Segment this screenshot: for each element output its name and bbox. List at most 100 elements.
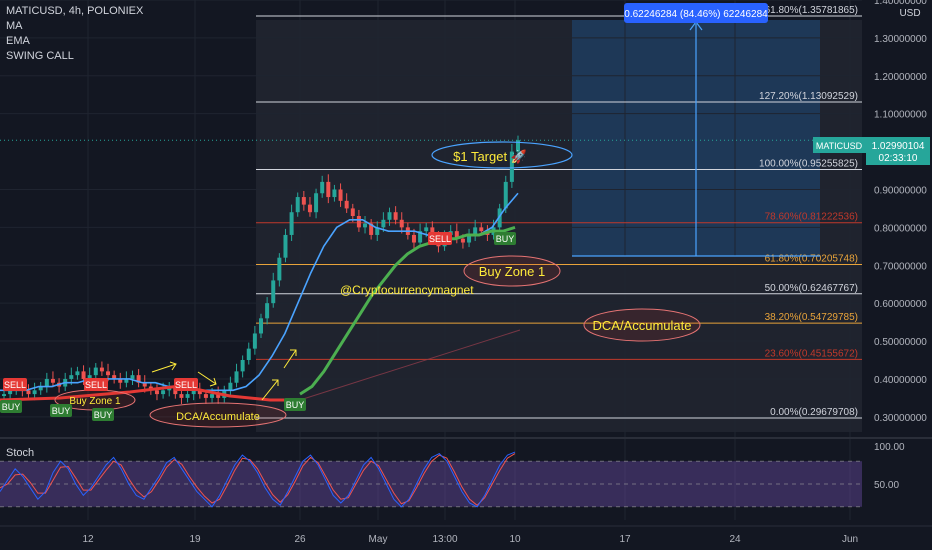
- candle-body: [246, 348, 251, 360]
- candle-body: [154, 390, 159, 395]
- candle-body: [240, 360, 245, 372]
- last-symbol-label: MATICUSD: [816, 141, 863, 151]
- sell-signal-label: SELL: [175, 380, 197, 390]
- time-tick: 12: [82, 534, 94, 545]
- time-tick: 10: [509, 534, 521, 545]
- candle-body: [99, 367, 104, 372]
- candle-body: [271, 280, 276, 304]
- sell-signal-label: SELL: [429, 234, 451, 244]
- fib-label: 127.20%(1.13092529): [759, 91, 858, 102]
- price-tick: 0.50000000: [874, 337, 927, 348]
- candle-body: [381, 219, 386, 228]
- candle-body: [228, 382, 233, 391]
- indicator-ma[interactable]: MA: [6, 19, 143, 34]
- fib-label: 100.00%(0.95255825): [759, 159, 858, 170]
- price-tick: 0.80000000: [874, 223, 927, 234]
- measure-label: 0.62246284 (84.46%) 62246284: [624, 9, 768, 20]
- candle-body: [179, 394, 184, 398]
- candle-body: [338, 189, 343, 201]
- stoch-label: Stoch: [6, 447, 34, 459]
- buy-signal-label: BUY: [286, 400, 305, 410]
- time-tick: 19: [189, 534, 201, 545]
- sell-signal-label: SELL: [85, 380, 107, 390]
- dca-annotation: DCA/Accumulate: [593, 318, 692, 333]
- indicator-swing-call[interactable]: SWING CALL: [6, 49, 143, 64]
- candle-body: [32, 390, 37, 395]
- buy-zone-left-annotation: Buy Zone 1: [69, 396, 121, 407]
- indicator-ema[interactable]: EMA: [6, 34, 143, 49]
- candle-body: [411, 234, 416, 243]
- fib-label: 23.60%(0.45155672): [765, 348, 858, 359]
- fib-label: 50.00%(0.62467767): [765, 283, 858, 294]
- candle-body: [26, 390, 31, 395]
- candle-body: [283, 234, 288, 258]
- candle-body: [277, 257, 282, 281]
- candle-body: [295, 197, 300, 213]
- buy-signal-label: BUY: [496, 234, 515, 244]
- fib-label: 38.20%(0.54729785): [765, 312, 858, 323]
- stoch-tick: 100.00: [874, 442, 905, 453]
- candle-body: [50, 378, 55, 383]
- candle-body: [307, 204, 312, 213]
- candle-body: [203, 394, 208, 398]
- fib-label: 61.80%(0.70205748): [765, 253, 858, 264]
- fib-label: 161.80%(1.35781865): [759, 5, 858, 16]
- candle-body: [2, 394, 6, 396]
- candle-body: [259, 318, 263, 334]
- price-tick: 0.70000000: [874, 261, 927, 272]
- buy-signal-label: BUY: [2, 402, 21, 412]
- countdown-label: 02:33:10: [879, 153, 918, 164]
- candle-body: [75, 371, 80, 376]
- candle-body: [350, 208, 355, 216]
- candle-body: [252, 333, 257, 349]
- candle-body: [314, 193, 319, 213]
- price-tick: 0.90000000: [874, 185, 927, 196]
- buy-zone-annotation: Buy Zone 1: [479, 264, 546, 279]
- time-tick: 17: [619, 534, 631, 545]
- chart-legend: MATICUSD, 4h, POLONIEX MA EMA SWING CALL: [6, 4, 143, 64]
- candle-body: [503, 181, 508, 209]
- candle-body: [185, 394, 190, 398]
- candle-body: [161, 390, 166, 395]
- candle-body: [106, 371, 111, 376]
- last-price-label: 1.02990104: [872, 141, 925, 152]
- fib-label: 78.60%(0.81222536): [765, 212, 858, 223]
- candle-body: [210, 394, 215, 398]
- time-tick: Jun: [842, 534, 858, 545]
- candle-body: [326, 181, 331, 198]
- candle-body: [44, 378, 49, 387]
- price-tick: 1.20000000: [874, 72, 927, 83]
- symbol-title[interactable]: MATICUSD, 4h, POLONIEX: [6, 4, 143, 19]
- candle-body: [344, 200, 349, 209]
- candle-body: [130, 375, 135, 379]
- buy-signal-label: BUY: [94, 410, 113, 420]
- dca-left-annotation: DCA/Accumulate: [176, 411, 260, 423]
- candle-body: [69, 375, 74, 379]
- candle-body: [332, 189, 337, 198]
- candle-body: [363, 223, 368, 228]
- candle-body: [93, 367, 98, 376]
- candle-body: [289, 212, 294, 235]
- time-tick: 24: [729, 534, 741, 545]
- watermark-annotation: @Cryptocurrencymagnet: [340, 283, 474, 297]
- candle-body: [320, 181, 325, 194]
- candle-body: [460, 238, 465, 243]
- price-tick: 0.30000000: [874, 413, 927, 424]
- price-tick: 0.40000000: [874, 375, 927, 386]
- trading-chart[interactable]: 161.80%(1.35781865) 127.20%(1.13092529) 10…: [0, 0, 932, 550]
- price-tick: 0.60000000: [874, 299, 927, 310]
- candle-body: [479, 227, 484, 232]
- time-tick: 13:00: [432, 534, 457, 545]
- stoch-tick: 50.00: [874, 480, 899, 491]
- sell-signal-label: SELL: [4, 380, 26, 390]
- currency-label: USD: [899, 8, 920, 19]
- buy-signal-label: BUY: [52, 406, 71, 416]
- candle-body: [356, 216, 361, 228]
- candle-body: [234, 371, 239, 383]
- time-tick: May: [369, 534, 388, 545]
- target-annotation: $1 Target 🚀: [453, 149, 527, 164]
- candle-body: [393, 212, 398, 220]
- candle-body: [81, 371, 86, 379]
- candle-body: [301, 197, 306, 205]
- time-tick: 26: [294, 534, 306, 545]
